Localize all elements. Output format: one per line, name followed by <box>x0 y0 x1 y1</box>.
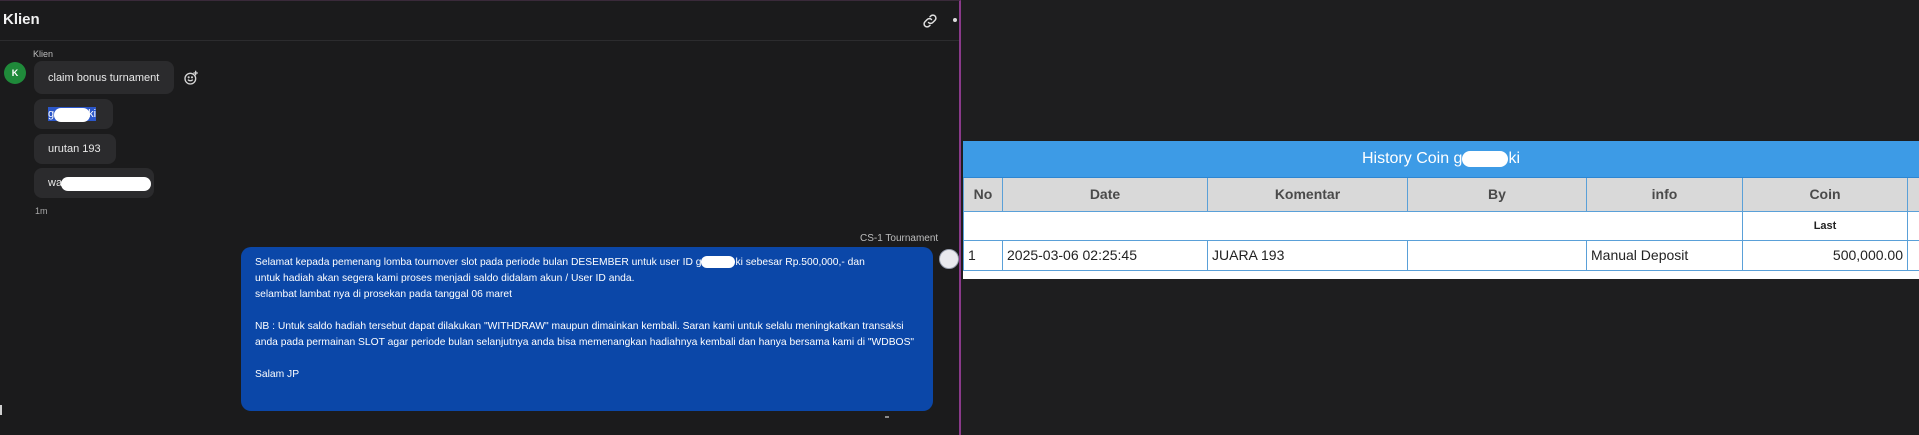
message-bubble[interactable]: wa <box>34 168 154 198</box>
typing-indicator <box>885 416 889 418</box>
history-title-end: ki <box>1508 150 1521 167</box>
column-header-komentar[interactable]: Komentar <box>1207 178 1408 212</box>
cell-date: 2025-03-06 02:25:45 <box>1002 239 1208 271</box>
more-icon[interactable] <box>953 18 957 22</box>
summary-label: Last <box>1742 210 1908 241</box>
column-header-no[interactable]: No <box>963 178 1003 212</box>
redaction <box>54 108 90 122</box>
summary-row: Last <box>963 210 1919 241</box>
avatar: K <box>4 62 26 84</box>
column-header-extra <box>1907 178 1919 212</box>
message-text: urutan 193 <box>48 143 101 155</box>
cell-coin: 500,000.00 <box>1742 239 1908 271</box>
sender-name: Klien <box>33 49 54 59</box>
history-coin-panel: History Coin g ki No Date Komentar By inf… <box>963 141 1919 279</box>
history-title-start: History Coin g <box>1361 150 1463 167</box>
scroll-marker <box>0 405 2 415</box>
chat-panel: Klien Klien K claim bonus turnament g ki … <box>0 0 961 435</box>
agent-message-line: untuk hadiah akan segera kami proses men… <box>255 273 635 284</box>
cell-info: Manual Deposit <box>1586 239 1743 271</box>
message-bubble[interactable]: urutan 193 <box>34 134 116 164</box>
agent-message-paragraph: NB : Untuk saldo hadiah tersebut dapat d… <box>255 321 915 348</box>
table-row[interactable]: 1 2025-03-06 02:25:45 JUARA 193 Manual D… <box>963 239 1919 271</box>
agent-name: CS-1 Tournament <box>860 233 939 244</box>
message-text: wa <box>48 177 63 189</box>
chat-header: Klien <box>0 1 959 41</box>
agent-message-line: selambat lambat nya di prosekan pada tan… <box>255 289 513 300</box>
redaction <box>61 177 151 191</box>
column-header-coin[interactable]: Coin <box>1742 178 1908 212</box>
add-reaction-icon[interactable] <box>183 70 199 86</box>
cell-no: 1 <box>963 239 1003 271</box>
message-bubble[interactable]: claim bonus turnament <box>34 61 174 94</box>
table-header-row: No Date Komentar By info Coin <box>963 178 1919 212</box>
redaction <box>701 256 736 269</box>
history-title: History Coin g ki <box>963 141 1919 178</box>
message-text: claim bonus turnament <box>48 71 160 84</box>
link-icon[interactable] <box>921 12 939 30</box>
cell-by <box>1407 239 1587 271</box>
message-bubble[interactable]: g ki <box>34 99 113 129</box>
message-timestamp: 1m <box>35 206 48 216</box>
agent-avatar <box>939 249 959 269</box>
chat-title: Klien <box>3 11 40 28</box>
column-header-info[interactable]: info <box>1586 178 1743 212</box>
agent-message-bubble[interactable]: Selamat kepada pemenang lomba tournover … <box>241 247 933 411</box>
column-header-by[interactable]: By <box>1407 178 1587 212</box>
agent-message-line: Selamat kepada pemenang lomba tournover … <box>255 256 865 269</box>
agent-message-signoff: Salam JP <box>255 369 300 380</box>
cell-komentar: JUARA 193 <box>1207 239 1408 271</box>
redaction <box>1462 150 1509 167</box>
history-table: No Date Komentar By info Coin Last 1 202… <box>963 178 1919 271</box>
column-header-date[interactable]: Date <box>1002 178 1208 212</box>
